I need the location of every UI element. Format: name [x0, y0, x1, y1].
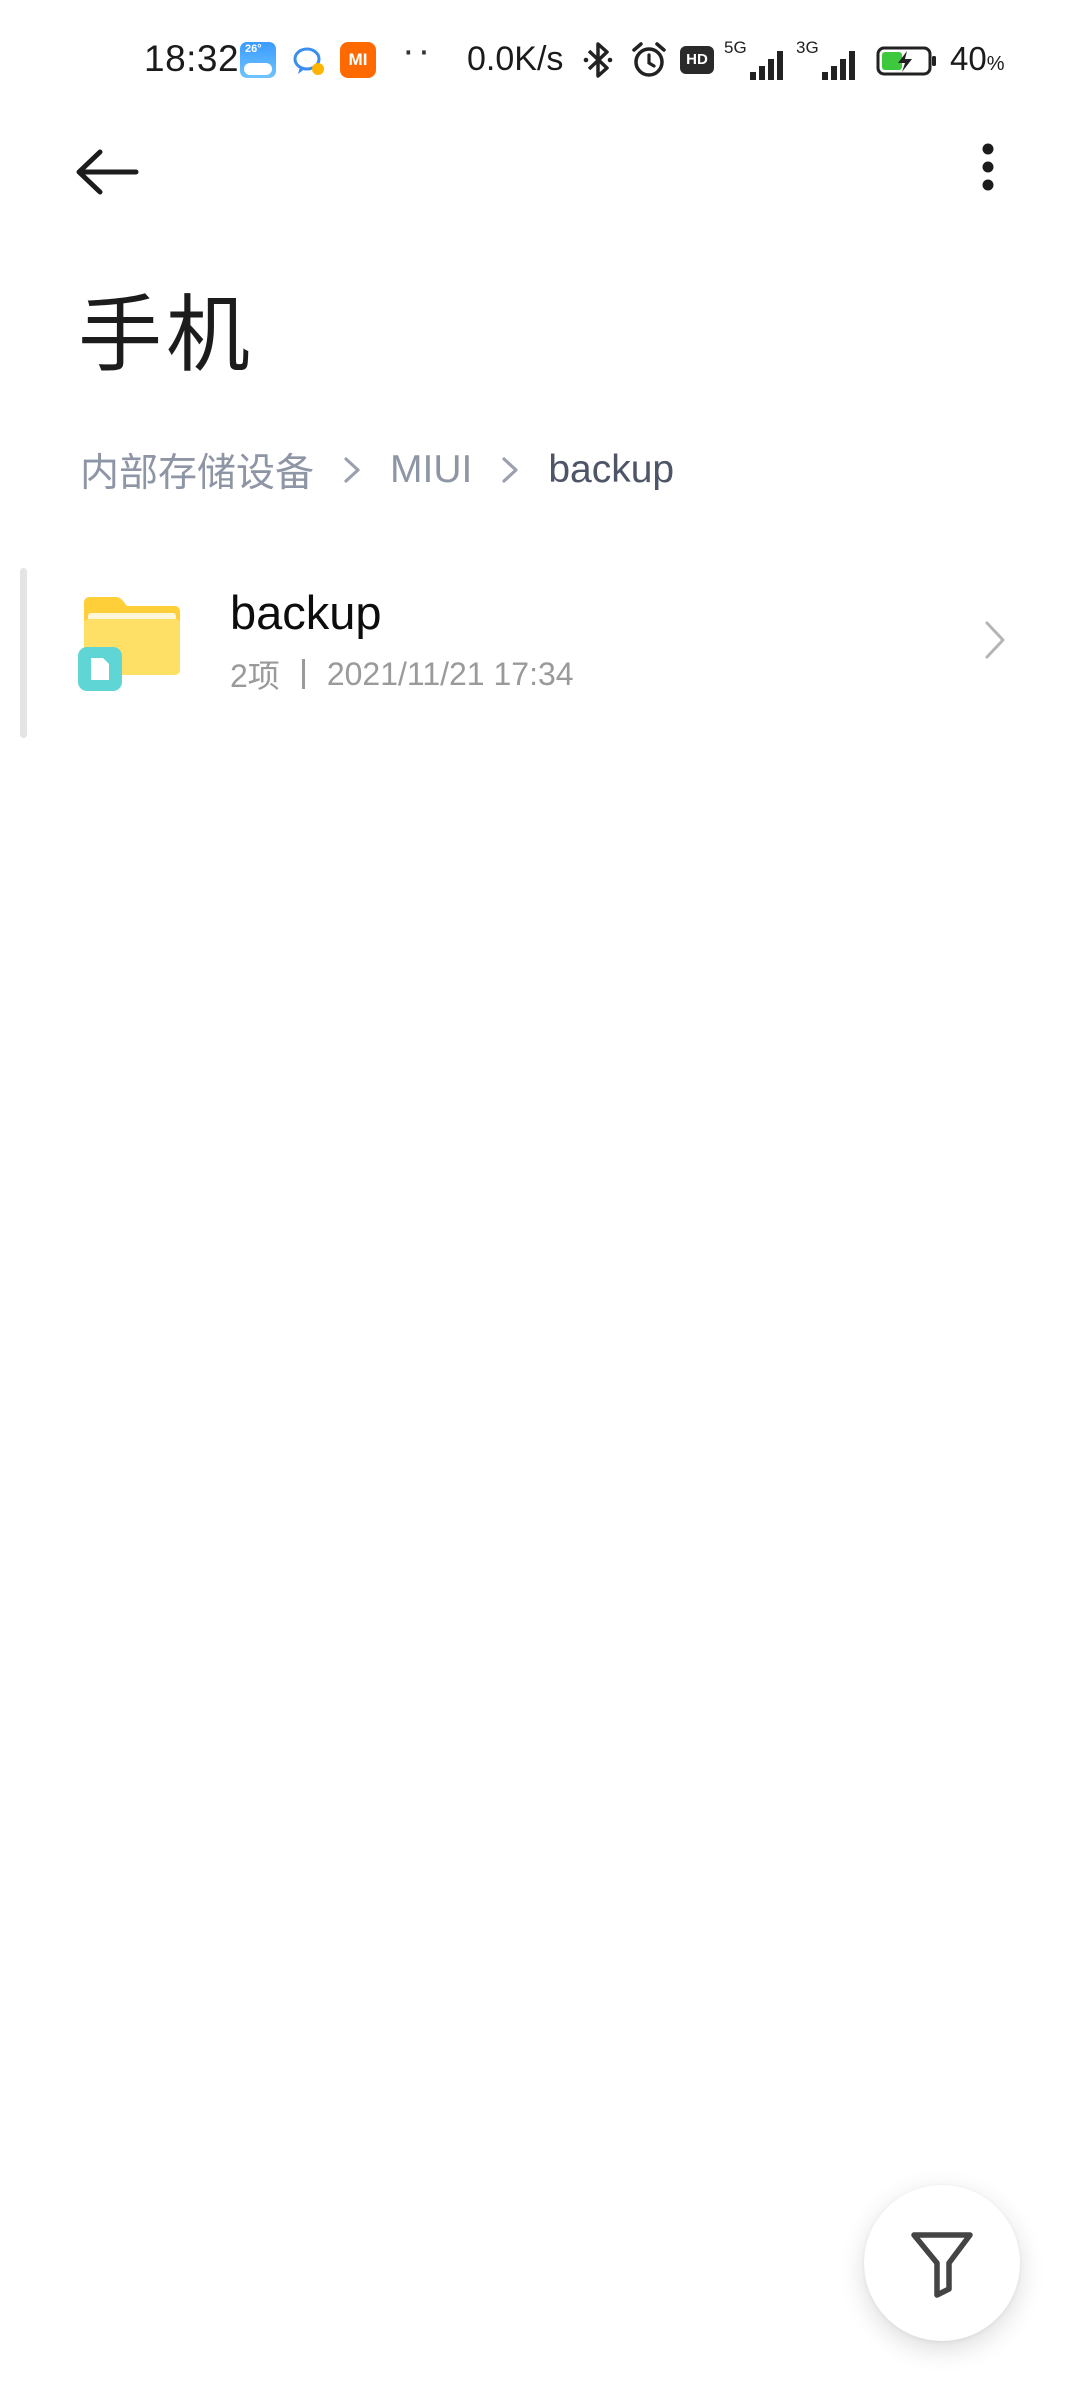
breadcrumb: 内部存储设备 MIUI backup: [80, 440, 674, 500]
bluetooth-icon: [583, 42, 613, 78]
back-button[interactable]: [66, 130, 150, 214]
more-vertical-icon: [982, 143, 994, 191]
breadcrumb-item-backup[interactable]: backup: [548, 448, 674, 492]
scrollbar[interactable]: [20, 568, 27, 738]
breadcrumb-item-internal-storage[interactable]: 内部存储设备: [80, 442, 314, 498]
filter-icon: [911, 2232, 973, 2298]
page-title: 手机: [78, 288, 255, 382]
breadcrumb-item-miui[interactable]: MIUI: [390, 448, 472, 492]
meta-divider: [301, 659, 305, 689]
filter-button[interactable]: [864, 2185, 1020, 2341]
arrow-left-icon: [76, 149, 139, 195]
status-bar: 18:32 26° MI ·· 0.0K/s HD 5G 3G 40%: [0, 0, 1080, 120]
network-speed: 0.0K/s: [467, 40, 564, 78]
battery-percent: 40%: [950, 40, 1005, 77]
folder-icon: [78, 597, 180, 691]
chevron-right-icon: [502, 457, 518, 483]
file-item-count: 2项: [230, 658, 280, 694]
signal-3g-icon: 3G: [796, 38, 862, 82]
signal-5g-icon: 5G: [724, 38, 790, 82]
mi-app-icon: MI: [340, 42, 376, 78]
file-meta: 2项 2021/11/21 17:34: [230, 651, 574, 697]
file-modified-date: 2021/11/21 17:34: [326, 655, 574, 692]
message-bubble-icon: [293, 47, 324, 75]
weather-icon: 26°: [240, 42, 276, 78]
chevron-right-icon: [344, 457, 360, 483]
chevron-right-icon: [985, 621, 1005, 659]
weather-temp: 26°: [245, 43, 262, 55]
hd-voice-icon: HD: [680, 46, 714, 74]
battery-charging-icon: [876, 46, 936, 76]
alarm-icon: [632, 42, 666, 77]
status-time: 18:32: [144, 38, 240, 79]
more-notifications-icon: ··: [402, 30, 434, 72]
more-options-button[interactable]: [954, 130, 1022, 214]
file-name: backup: [230, 586, 382, 639]
list-item[interactable]: backup 2项 2021/11/21 17:34: [40, 555, 1040, 725]
